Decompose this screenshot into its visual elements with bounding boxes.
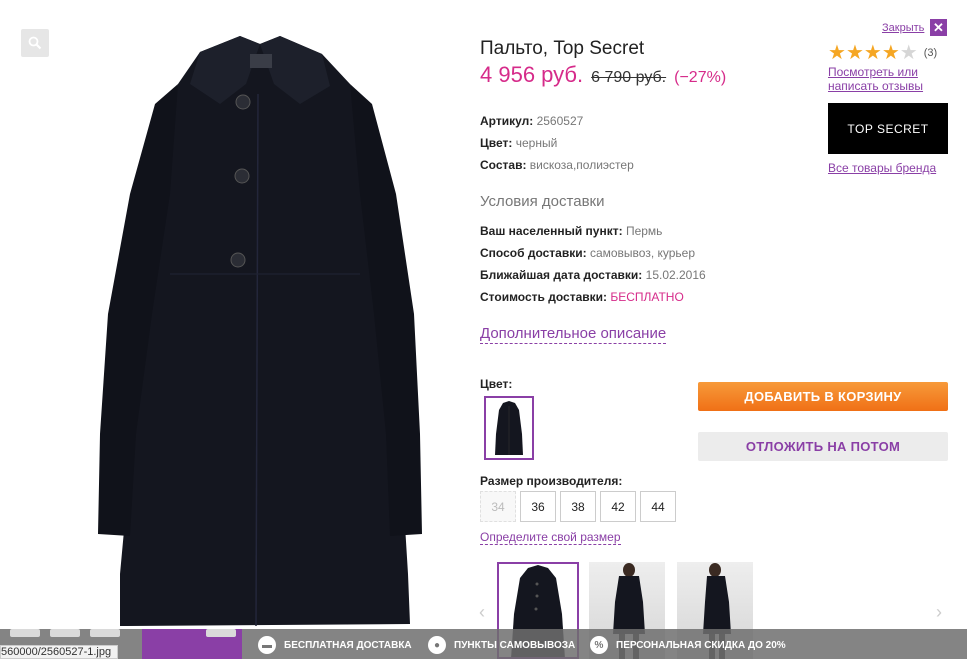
image-dot[interactable]	[206, 629, 236, 637]
price-current: 4 956 руб.	[480, 62, 584, 87]
free-delivery-label: БЕСПЛАТНАЯ ДОСТАВКА	[284, 639, 412, 651]
delivery-city-value: Пермь	[625, 224, 663, 238]
close-link[interactable]: Закрыть	[882, 22, 924, 34]
brand-products-link[interactable]: Все товары бренда	[828, 161, 936, 175]
free-delivery-item[interactable]: ▬ БЕСПЛАТНАЯ ДОСТАВКА	[258, 636, 412, 654]
add-to-cart-button[interactable]: ДОБАВИТЬ В КОРЗИНУ	[698, 382, 948, 411]
truck-icon: ▬	[258, 636, 276, 654]
pickup-points-item[interactable]: ● ПУНКТЫ САМОВЫВОЗА	[428, 636, 575, 654]
save-for-later-button[interactable]: ОТЛОЖИТЬ НА ПОТОМ	[698, 432, 948, 461]
product-main-image[interactable]	[60, 14, 470, 634]
star-filled-icon: ★	[863, 42, 882, 64]
product-quick-view: Пальто, Top Secret 4 956 руб. 6 790 руб.…	[0, 0, 967, 659]
color-label: Цвет:	[480, 136, 513, 150]
delivery-date-value: 15.02.2016	[645, 268, 706, 282]
close-icon[interactable]: ✕	[930, 19, 947, 36]
size-option-44[interactable]: 44	[640, 491, 676, 522]
delivery-date-label: Ближайшая дата доставки:	[480, 268, 643, 282]
delivery-city-label: Ваш населенный пункт:	[480, 224, 623, 238]
delivery-method-row: Способ доставки: самовывоз, курьер	[480, 246, 695, 260]
image-dot[interactable]	[10, 629, 40, 637]
composition-label: Состав:	[480, 158, 527, 172]
delivery-method-value: самовывоз, курьер	[589, 246, 696, 260]
composition-row: Состав: вискоза,полиэстер	[480, 158, 634, 172]
zoom-button[interactable]	[21, 29, 49, 57]
pickup-points-label: ПУНКТЫ САМОВЫВОЗА	[454, 639, 576, 651]
size-help-link[interactable]: Определите свой размер	[480, 530, 621, 545]
image-dot[interactable]	[90, 629, 120, 637]
size-options: 34 36 38 42 44	[480, 491, 676, 522]
browser-status-url: 560000/2560527-1.jpg	[0, 645, 119, 659]
sku-value: 2560527	[536, 114, 584, 128]
delivery-cost-label: Стоимость доставки:	[480, 290, 608, 304]
star-empty-icon: ★	[899, 42, 918, 64]
delivery-heading: Условия доставки	[480, 193, 605, 210]
size-label: Размер производителя:	[480, 474, 623, 488]
composition-value: вискоза,полиэстер	[529, 158, 634, 172]
size-option-36[interactable]: 36	[520, 491, 556, 522]
star-filled-icon: ★	[828, 42, 846, 64]
coat-thumbnail	[495, 401, 523, 455]
chevron-left-icon[interactable]: ‹	[479, 602, 485, 623]
color-swatch-black[interactable]	[484, 396, 534, 460]
delivery-city-row: Ваш населенный пункт: Пермь	[480, 224, 662, 238]
delivery-cost-value: БЕСПЛАТНО	[610, 290, 684, 304]
personal-discount-item[interactable]: % ПЕРСОНАЛЬНАЯ СКИДКА ДО 20%	[590, 636, 786, 654]
price-row: 4 956 руб. 6 790 руб. (−27%)	[480, 62, 726, 88]
reviews-link[interactable]: Посмотреть или написать отзывы	[828, 65, 938, 93]
price-old: 6 790 руб.	[591, 69, 667, 86]
delivery-date-row: Ближайшая дата доставки: 15.02.2016	[480, 268, 706, 282]
sku-label: Артикул:	[480, 114, 534, 128]
magnifier-icon	[28, 36, 42, 50]
color-value: черный	[515, 136, 558, 150]
size-option-38[interactable]: 38	[560, 491, 596, 522]
tag-icon: %	[590, 636, 608, 654]
size-option-42[interactable]: 42	[600, 491, 636, 522]
star-filled-icon: ★	[845, 42, 864, 64]
rating-stars: ★ ★ ★ ★ ★ (3)	[828, 43, 937, 63]
brand-logo-text: TOP SECRET	[847, 121, 929, 136]
color-select-label: Цвет:	[480, 377, 513, 391]
image-dot[interactable]	[50, 629, 80, 637]
product-title: Пальто, Top Secret	[480, 38, 645, 59]
chevron-right-icon[interactable]: ›	[936, 602, 942, 623]
brand-logo[interactable]: TOP SECRET	[828, 103, 948, 154]
personal-discount-label: ПЕРСОНАЛЬНАЯ СКИДКА ДО 20%	[616, 639, 786, 651]
color-row: Цвет: черный	[480, 136, 557, 150]
location-pin-icon: ●	[428, 636, 446, 654]
price-discount: (−27%)	[674, 69, 727, 86]
sku-row: Артикул: 2560527	[480, 114, 583, 128]
delivery-method-label: Способ доставки:	[480, 246, 587, 260]
rating-count: (3)	[923, 47, 938, 59]
more-description-link[interactable]: Дополнительное описание	[480, 325, 667, 344]
delivery-cost-row: Стоимость доставки: БЕСПЛАТНО	[480, 290, 684, 304]
star-filled-icon: ★	[881, 42, 900, 64]
size-option-34: 34	[480, 491, 516, 522]
